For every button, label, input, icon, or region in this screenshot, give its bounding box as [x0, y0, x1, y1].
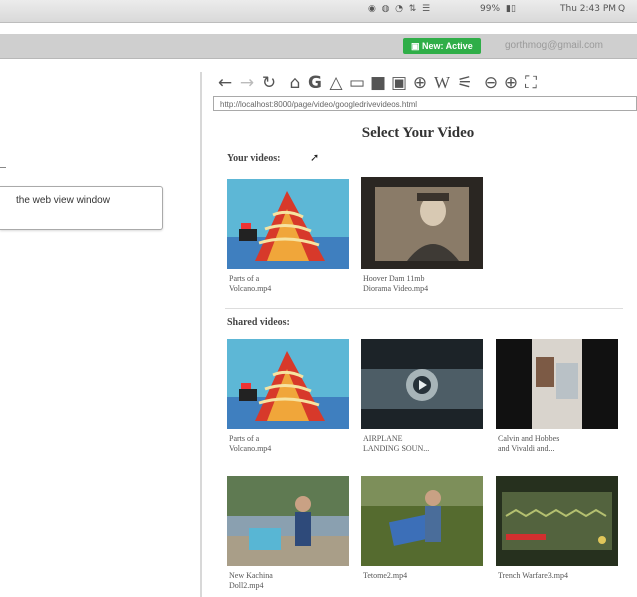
- drive-icon[interactable]: △: [326, 72, 346, 94]
- diorama-image: [496, 339, 618, 429]
- video-thumb-kachina[interactable]: [227, 476, 349, 566]
- youtube-icon[interactable]: ▣: [389, 72, 409, 94]
- account-email[interactable]: gorthmog@gmail.com: [505, 40, 603, 51]
- divider: [225, 308, 623, 309]
- clock: Thu 2:43 PM: [560, 4, 617, 14]
- video-thumb-tetome[interactable]: [361, 476, 483, 566]
- zoom-out-icon[interactable]: ⊖: [481, 72, 501, 94]
- airplane-video-image: [361, 339, 483, 429]
- trench-image: [496, 476, 618, 566]
- wikipedia-icon[interactable]: W: [432, 72, 452, 94]
- video-caption[interactable]: Calvin and Hobbes and Vivaldi and...: [498, 434, 618, 454]
- broom-icon[interactable]: ⚟: [455, 72, 475, 94]
- video-caption[interactable]: Parts of a Volcano.mp4: [229, 274, 349, 294]
- video-caption[interactable]: Tetome2.mp4: [363, 571, 483, 581]
- video-caption[interactable]: Trench Warfare3.mp4: [498, 571, 618, 581]
- web-view: Select Your Video Your videos: ➚ Parts o…: [213, 111, 637, 597]
- url-bar[interactable]: http://localhost:8000/page/video/googled…: [213, 96, 637, 111]
- pane-divider[interactable]: [200, 72, 202, 597]
- video-thumb-airplane[interactable]: [361, 339, 483, 429]
- volcano-image: [227, 339, 349, 429]
- status-icons: ◉ ◍ ◔ ⇅ ☰: [368, 4, 431, 14]
- home-icon[interactable]: ⌂: [285, 72, 305, 94]
- volcano-image: [227, 179, 349, 269]
- video-thumb-volcano-shared[interactable]: [227, 339, 349, 429]
- page-title: Select Your Video: [361, 125, 475, 141]
- video-thumb-calvin-hobbes[interactable]: [496, 339, 618, 429]
- fullscreen-icon[interactable]: ⛶: [521, 72, 541, 94]
- left-pane: the web view window: [0, 59, 200, 597]
- battery-percent: 99%: [480, 4, 501, 14]
- video-thumb-volcano[interactable]: [227, 179, 349, 269]
- spotlight-icon[interactable]: Q: [618, 4, 625, 14]
- kid-poster-image: [361, 476, 483, 566]
- camera-icon[interactable]: ■: [368, 72, 388, 94]
- kid-outdoor-image: [227, 476, 349, 566]
- google-icon[interactable]: G: [305, 72, 325, 94]
- video-thumb-trench-warfare[interactable]: [496, 476, 618, 566]
- status-badge[interactable]: ▣ New: Active: [403, 38, 481, 54]
- tooltip-text: the web view window: [16, 195, 110, 206]
- man-portrait-image: [361, 177, 483, 269]
- back-arrow-icon[interactable]: ←: [215, 72, 235, 94]
- your-videos-heading: Your videos:: [227, 153, 281, 164]
- video-caption[interactable]: Parts of a Volcano.mp4: [229, 434, 349, 454]
- reload-icon[interactable]: ↻: [259, 72, 279, 94]
- video-caption[interactable]: Hoover Dam 11mb Diorama Video.mp4: [363, 274, 483, 294]
- video-caption[interactable]: New Kachina Doll2.mp4: [229, 571, 349, 591]
- video-thumb-hoover-dam[interactable]: [361, 177, 483, 269]
- globe-icon[interactable]: ⊕: [410, 72, 430, 94]
- forward-arrow-icon[interactable]: →: [237, 72, 257, 94]
- extension-bar: ▣ New: Active gorthmog@gmail.com: [0, 34, 637, 59]
- tooltip-box: the web view window: [0, 186, 163, 230]
- browser-toolbar: ← → ↻ ⌂ G △ ▭ ■ ▣ ⊕ W ⚟ ⊖ ⊕ ⛶: [215, 72, 637, 98]
- shared-videos-heading: Shared videos:: [227, 317, 290, 328]
- divider: [0, 167, 6, 168]
- monitor-icon[interactable]: ▭: [347, 72, 367, 94]
- video-caption[interactable]: AIRPLANE LANDING SOUN...: [363, 434, 483, 454]
- badge-icon: ▣: [411, 41, 423, 51]
- battery-icon: ▮▯: [506, 4, 516, 14]
- zoom-in-icon[interactable]: ⊕: [501, 72, 521, 94]
- cursor-icon: ➚: [310, 152, 320, 164]
- system-menu-bar: ◉ ◍ ◔ ⇅ ☰ 99% ▮▯ Thu 2:43 PM Q: [0, 0, 637, 23]
